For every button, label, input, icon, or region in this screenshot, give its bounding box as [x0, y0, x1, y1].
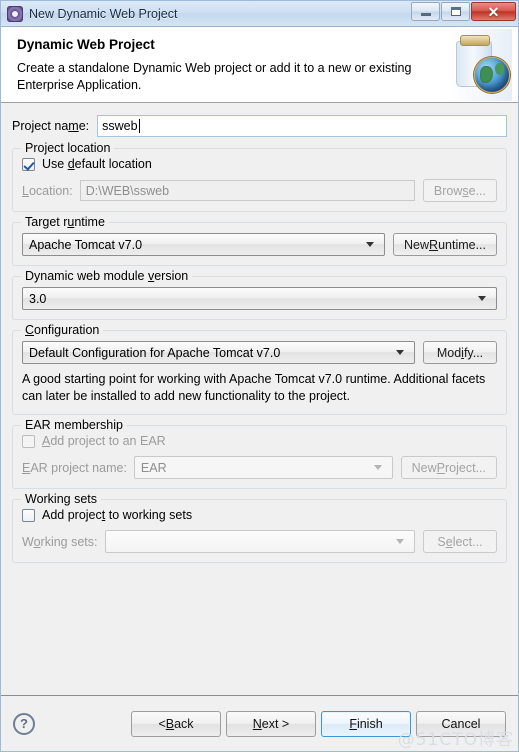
add-to-working-sets-row[interactable]: Add project to working sets: [22, 508, 497, 522]
target-runtime-combo[interactable]: Apache Tomcat v7.0: [22, 233, 386, 256]
finish-button[interactable]: Finish: [321, 710, 411, 737]
cancel-button[interactable]: Cancel: [416, 710, 506, 737]
ear-membership-group: EAR membership Add project to an EAR EAR…: [12, 418, 507, 489]
add-to-ear-checkbox[interactable]: [22, 434, 35, 448]
project-name-value: ssweb: [102, 118, 138, 133]
working-sets-label: Working sets:: [22, 534, 98, 549]
chevron-down-icon: [373, 465, 382, 470]
globe-shape: [474, 57, 510, 93]
project-location-group: Project location Use default location Lo…: [12, 141, 507, 212]
target-runtime-value: Apache Tomcat v7.0: [29, 237, 143, 252]
working-sets-row: Working sets: Se lect...: [22, 530, 497, 553]
new-dynamic-web-project-dialog: New Dynamic Web Project ✕ Dynamic Web Pr…: [0, 0, 519, 752]
modify-button[interactable]: Mod i fy...: [423, 341, 497, 364]
configuration-legend: Configuration: [21, 323, 104, 337]
configuration-row: Default Configuration for Apache Tomcat …: [22, 341, 497, 364]
location-value: D:\WEB\ssweb: [85, 183, 170, 198]
add-to-ear-row[interactable]: Add project to an EAR: [22, 434, 497, 448]
add-to-working-sets-label: Add project to working sets: [42, 508, 193, 522]
footer-buttons: < Back Next > Finish Cancel: [126, 710, 506, 737]
minimize-button[interactable]: [411, 2, 440, 21]
ear-membership-legend: EAR membership: [21, 418, 127, 432]
location-input[interactable]: D:\WEB\ssweb: [79, 180, 415, 201]
chevron-down-icon: [396, 350, 404, 355]
configuration-combo[interactable]: Default Configuration for Apache Tomcat …: [22, 341, 415, 364]
maximize-button[interactable]: [441, 2, 470, 21]
project-gear-icon: [7, 5, 23, 22]
target-runtime-row: Apache Tomcat v7.0 New Runtime...: [22, 233, 497, 256]
working-sets-legend: Working sets: [21, 492, 102, 506]
window-controls: ✕: [410, 2, 516, 21]
target-runtime-legend: Target runtime: [21, 215, 109, 229]
project-name-row: Project name: ssweb: [12, 115, 507, 137]
next-button[interactable]: Next >: [226, 710, 316, 737]
minimize-icon: [420, 13, 431, 16]
page-title: Dynamic Web Project: [17, 37, 155, 52]
working-sets-combo[interactable]: [104, 530, 415, 553]
window-title: New Dynamic Web Project: [29, 6, 178, 21]
maximize-icon: [450, 7, 461, 16]
configuration-description: A good starting point for working with A…: [22, 372, 486, 403]
jar-lid-shape: [460, 35, 490, 46]
chevron-down-icon: [366, 242, 375, 247]
module-version-group: Dynamic web module version 3.0: [12, 269, 507, 320]
project-location-legend: Project location: [21, 141, 115, 155]
project-name-input[interactable]: ssweb: [97, 115, 507, 137]
module-version-legend: Dynamic web module version: [21, 269, 193, 283]
configuration-value: Default Configuration for Apache Tomcat …: [29, 345, 281, 360]
add-to-ear-label: Add project to an EAR: [42, 434, 166, 448]
add-to-working-sets-checkbox[interactable]: [22, 508, 35, 522]
new-runtime-button[interactable]: New Runtime...: [393, 233, 497, 256]
use-default-location-row[interactable]: Use default location: [22, 157, 497, 171]
location-label: Location:: [22, 183, 73, 198]
close-icon: ✕: [487, 3, 500, 20]
module-version-value: 3.0: [29, 291, 47, 306]
dialog-body: Project name: ssweb Project location Use…: [1, 103, 518, 695]
target-runtime-group: Target runtime Apache Tomcat v7.0 New Ru…: [12, 215, 507, 266]
working-sets-group: Working sets Add project to working sets…: [12, 492, 507, 563]
use-default-location-checkbox[interactable]: [22, 157, 35, 171]
ear-project-name-row: EAR project name: EAR New Project...: [22, 456, 497, 479]
back-button[interactable]: < Back: [131, 710, 221, 737]
text-caret: [138, 119, 140, 133]
chevron-down-icon: [478, 296, 486, 301]
ear-project-name-value: EAR: [140, 460, 167, 475]
page-description: Create a standalone Dynamic Web project …: [17, 61, 412, 92]
select-working-sets-button[interactable]: Se lect...: [423, 530, 497, 553]
new-ear-project-button[interactable]: New Project...: [400, 456, 497, 479]
location-row: Location: D:\WEB\ssweb Brow s e...: [22, 179, 497, 202]
ear-project-name-combo[interactable]: EAR: [133, 456, 393, 479]
title-bar: New Dynamic Web Project ✕: [1, 1, 518, 27]
jar-globe-icon: [450, 29, 512, 101]
project-name-label: Project name:: [12, 119, 90, 133]
close-button[interactable]: ✕: [471, 2, 516, 21]
module-version-row: 3.0: [22, 287, 497, 310]
wizard-banner: Dynamic Web Project Create a standalone …: [1, 27, 518, 103]
browse-button[interactable]: Brow s e...: [422, 179, 497, 202]
module-version-combo[interactable]: 3.0: [22, 287, 497, 310]
help-icon[interactable]: ?: [13, 712, 35, 735]
chevron-down-icon: [396, 539, 404, 544]
dialog-footer: ? < Back Next > Finish Cancel @51CTO博客: [1, 695, 518, 751]
use-default-location-label: Use default location: [42, 157, 152, 171]
ear-project-name-label: EAR project name:: [22, 460, 127, 475]
configuration-group: Configuration Default Configuration for …: [12, 323, 507, 415]
